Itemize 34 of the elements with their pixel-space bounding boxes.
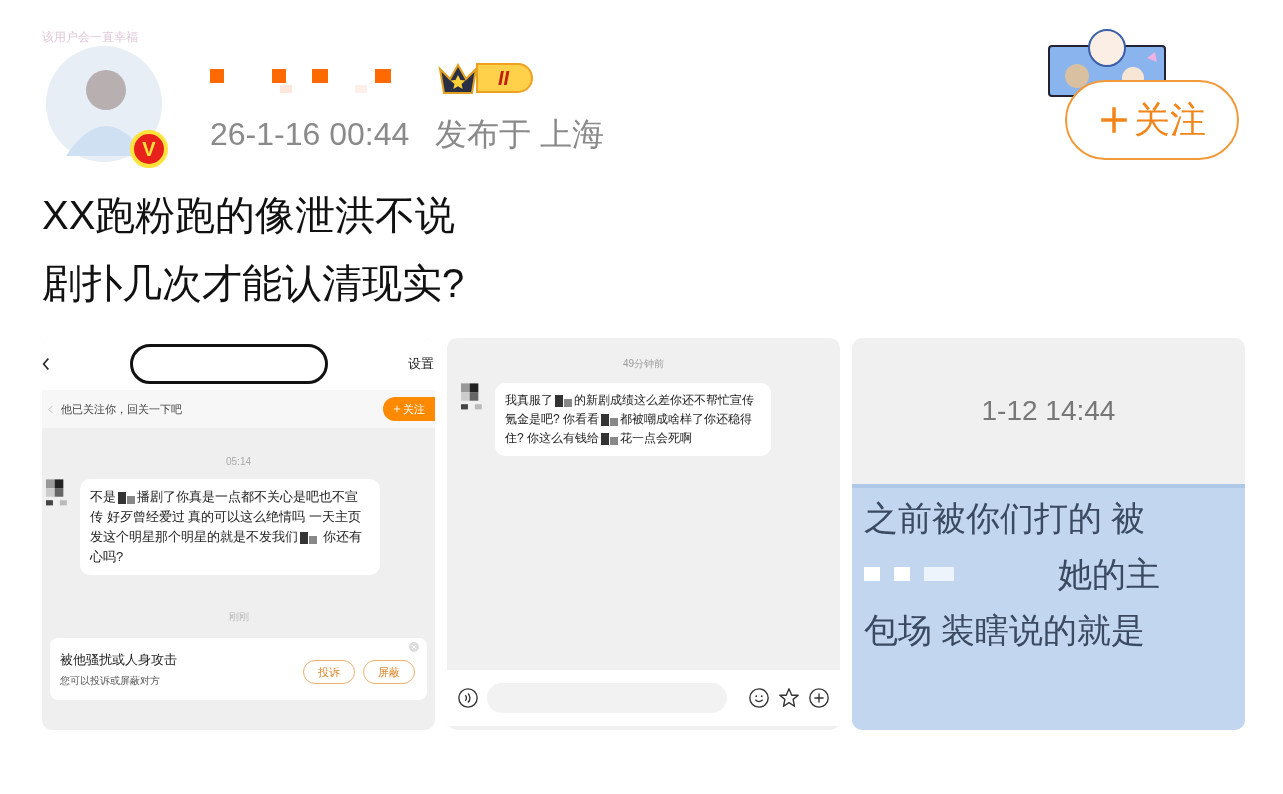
pixelated-patch — [118, 491, 135, 504]
chat-time: 05:14 — [226, 455, 251, 469]
back-icon[interactable] — [42, 357, 50, 371]
banner-text: 他已关注你，回关一下吧 — [61, 401, 182, 417]
star-icon[interactable] — [778, 687, 800, 709]
verified-badge: V — [130, 130, 168, 168]
post-timestamp: 26-1-16 00:44 — [210, 115, 410, 154]
follow-button[interactable]: 关注 — [383, 397, 435, 421]
report-title: 被他骚扰或人身攻击 — [60, 650, 177, 669]
pixelated-patch — [300, 531, 317, 544]
settings-link[interactable]: 设置 — [408, 354, 435, 374]
smiley-icon[interactable] — [748, 687, 770, 709]
highlighted-text: 她的主 — [1057, 554, 1160, 595]
highlighted-text: 之前被你们打的 被 — [864, 498, 1147, 539]
pixelated-patch — [601, 432, 618, 445]
plus-icon — [1098, 104, 1130, 136]
plus-circle-icon[interactable] — [808, 687, 830, 709]
voice-icon[interactable] — [457, 687, 479, 709]
avatar-icon — [44, 44, 164, 164]
pixelated-patch — [555, 394, 572, 407]
post-text: XX跑粉跑的像泄洪不说 — [42, 192, 457, 239]
chevron-icon — [48, 404, 53, 414]
report-subtitle: 您可以投诉或屏蔽对方 — [60, 674, 161, 689]
level-badge: II — [476, 63, 534, 93]
post-location: 发布于 上海 — [435, 115, 605, 154]
pixelated-patch — [601, 413, 618, 426]
highlighted-text: 包场 装瞎说的就是 — [864, 610, 1147, 651]
follow-button[interactable]: 关注 — [1065, 80, 1239, 160]
post-text: 剧扑几次才能认清现实? — [42, 260, 466, 307]
plus-icon — [393, 405, 401, 413]
message-bubble: 我真服了 的新剧成绩这么差你还不帮忙宣传氪金是吧? 你看看 都被嘲成啥样了你还稳得住? 你这么有钱给 花一点会死啊 — [495, 383, 771, 456]
chat-time: 49分钟前 — [622, 357, 665, 371]
chat-time: 1-12 14:44 — [981, 394, 1116, 428]
message-bubble: 不是 播剧了你真是一点都不关心是吧也不宣传 好歹曾经爱过 真的可以这么绝情吗 一天主页发这个明星那个明星的就是不发我们 你还有心吗? — [80, 479, 380, 575]
